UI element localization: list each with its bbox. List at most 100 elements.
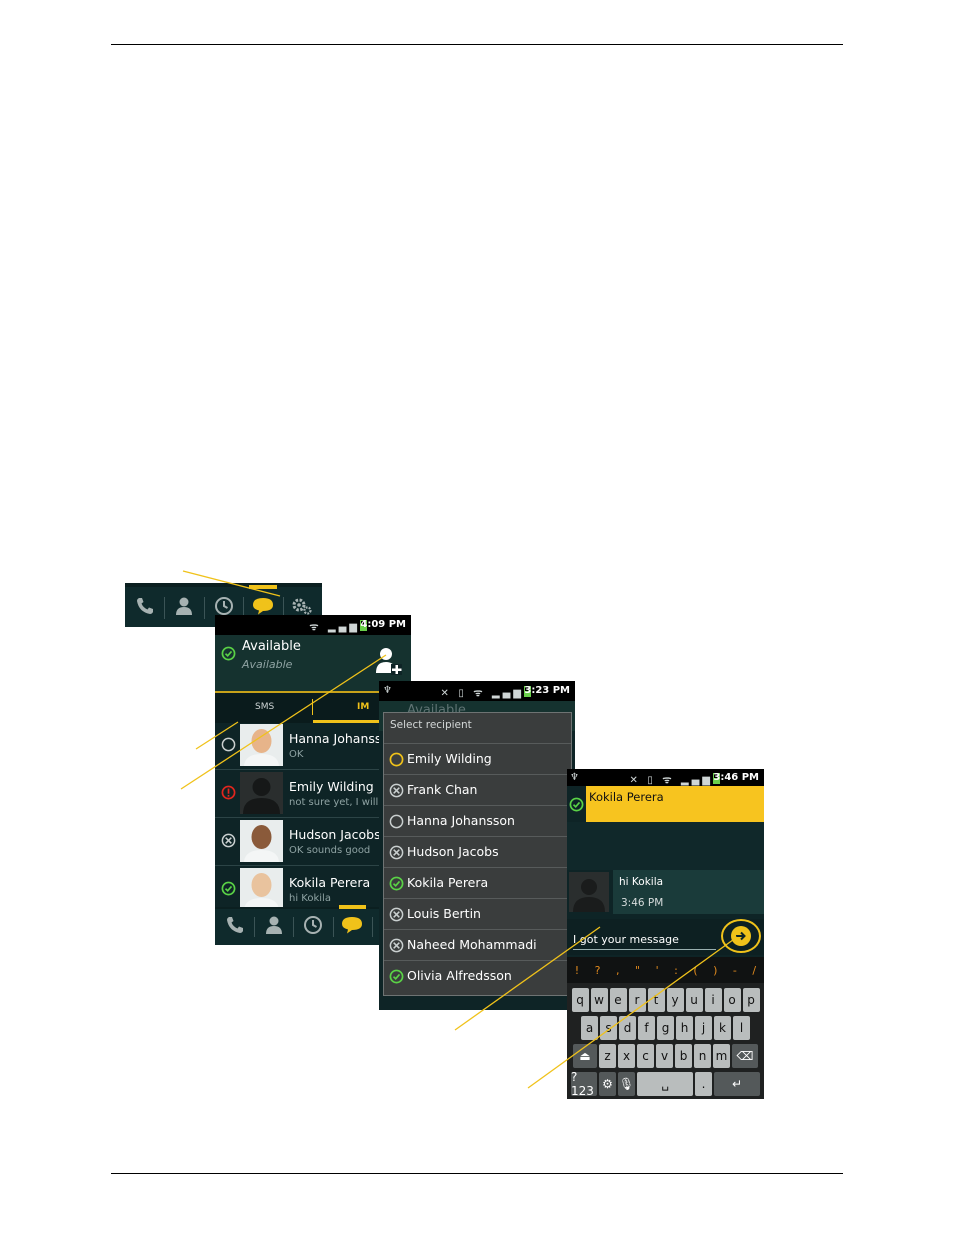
- soft-keyboard: !?, " ': () - / qwertyuiop asdfghjkl ⏏ z x c v b n m…: [567, 957, 764, 1099]
- tab-phone[interactable]: [215, 909, 254, 945]
- settings-key[interactable]: ⚙: [599, 1072, 616, 1096]
- key[interactable]: t: [647, 988, 665, 1012]
- add-contact-icon[interactable]: [375, 645, 403, 677]
- key[interactable]: h: [676, 1016, 693, 1040]
- unavailable-status-icon: [221, 833, 236, 852]
- key[interactable]: z: [599, 1044, 616, 1068]
- key[interactable]: w: [590, 988, 608, 1012]
- available-status-icon: [569, 797, 584, 812]
- unavailable-status-icon: [389, 783, 404, 802]
- enter-key[interactable]: ↵: [714, 1072, 760, 1096]
- key[interactable]: x: [618, 1044, 635, 1068]
- tab-chat-bubble[interactable]: [332, 905, 372, 945]
- recipient-item[interactable]: Naheed Mohammadi: [384, 929, 571, 961]
- contacts-icon: [264, 915, 284, 939]
- offline-status-icon: [389, 814, 404, 833]
- space-key[interactable]: ␣: [637, 1072, 693, 1096]
- recipient-item[interactable]: Hanna Johansson: [384, 805, 571, 837]
- key[interactable]: k: [714, 1016, 731, 1040]
- key[interactable]: f: [638, 1016, 655, 1040]
- symbol-key[interactable]: (: [693, 964, 697, 977]
- available-status-icon: [389, 969, 404, 988]
- symbol-key[interactable]: !: [575, 964, 579, 977]
- status-bar: ᯤ ▂▄▆ 4:09 PM: [215, 615, 411, 635]
- avatar: [240, 868, 283, 910]
- key[interactable]: a: [581, 1016, 598, 1040]
- phone-icon: [135, 596, 155, 620]
- tab-clock[interactable]: [293, 909, 332, 945]
- recipient-item[interactable]: Hudson Jacobs: [384, 836, 571, 868]
- recipient-item[interactable]: Kokila Perera: [384, 867, 571, 899]
- key[interactable]: j: [695, 1016, 712, 1040]
- key[interactable]: m: [713, 1044, 730, 1068]
- available-status-icon: [221, 881, 236, 900]
- symbols-key[interactable]: ?123: [571, 1070, 597, 1098]
- contact-last-message: hi Kokila: [289, 893, 331, 904]
- tab-contacts[interactable]: [164, 589, 203, 627]
- received-message: hi Kokila 3:46 PM: [567, 870, 764, 914]
- recipient-name: Olivia Alfredsson: [407, 968, 512, 983]
- recipient-item[interactable]: Louis Bertin: [384, 898, 571, 930]
- select-recipient-screen: ♆ ✕ ▯ ᯤ ▂▄▆ 3:23 PM Available Select rec…: [379, 681, 575, 1010]
- key[interactable]: u: [685, 988, 703, 1012]
- tab-contacts[interactable]: [254, 909, 293, 945]
- tab-phone[interactable]: [125, 589, 164, 627]
- key[interactable]: o: [723, 988, 741, 1012]
- key[interactable]: b: [675, 1044, 692, 1068]
- recipient-name: Hanna Johansson: [407, 813, 515, 828]
- contact-name: Hudson Jacobs: [289, 827, 381, 842]
- contact-name: Emily Wilding: [289, 779, 374, 794]
- key[interactable]: n: [694, 1044, 711, 1068]
- shift-icon: ⏏: [579, 1049, 591, 1063]
- offline-status-icon: [221, 737, 236, 756]
- presence-subtitle: Available: [242, 658, 293, 671]
- recipient-item[interactable]: Emily Wilding: [384, 743, 571, 775]
- clock-icon: [303, 915, 323, 939]
- key[interactable]: d: [619, 1016, 636, 1040]
- symbol-key[interactable]: ': [656, 964, 659, 977]
- key[interactable]: r: [628, 988, 646, 1012]
- key[interactable]: i: [704, 988, 722, 1012]
- key[interactable]: q: [571, 988, 589, 1012]
- send-button[interactable]: [721, 919, 761, 953]
- tab-im[interactable]: IM: [357, 702, 369, 712]
- shift-key[interactable]: ⏏: [573, 1044, 597, 1068]
- mic-key[interactable]: 🎙: [618, 1072, 635, 1096]
- recipient-item[interactable]: Olivia Alfredsson: [384, 960, 571, 992]
- recipient-name: Frank Chan: [407, 782, 478, 797]
- symbol-key[interactable]: -: [733, 964, 737, 977]
- recipient-name: Louis Bertin: [407, 906, 481, 921]
- recipient-item[interactable]: Frank Chan: [384, 774, 571, 806]
- recipient-name: Kokila Perera: [407, 875, 489, 890]
- contacts-icon: [174, 596, 194, 620]
- chat-screen: ♆ ✕ ▯ ᯤ ▂▄▆ 3:46 PM Kokila Perera hi Kok…: [567, 769, 764, 1099]
- key[interactable]: v: [656, 1044, 673, 1068]
- key[interactable]: c: [637, 1044, 654, 1068]
- unavailable-status-icon: [389, 845, 404, 864]
- send-arrow-icon: [736, 931, 746, 941]
- contact-name: Kokila Perera: [289, 875, 371, 890]
- compose-input[interactable]: I got your message: [573, 933, 679, 946]
- received-message-time: 3:46 PM: [621, 897, 664, 909]
- signal-icons: ✕ ▯ ᯤ ▂▄▆: [629, 772, 720, 786]
- period-key[interactable]: .: [695, 1072, 712, 1096]
- symbol-key[interactable]: ": [635, 964, 640, 977]
- symbol-key[interactable]: ): [713, 964, 717, 977]
- chat-contact-bar[interactable]: Kokila Perera: [586, 786, 764, 822]
- symbol-key[interactable]: :: [674, 964, 678, 977]
- contact-last-message: OK sounds good: [289, 845, 371, 856]
- usb-icon: ♆: [383, 685, 392, 696]
- symbol-key[interactable]: ,: [616, 964, 620, 977]
- backspace-key[interactable]: ⌫: [732, 1044, 758, 1068]
- busy-status-icon: [221, 785, 236, 804]
- symbol-key[interactable]: ?: [595, 964, 601, 977]
- key[interactable]: g: [657, 1016, 674, 1040]
- key[interactable]: p: [742, 988, 760, 1012]
- key[interactable]: e: [609, 988, 627, 1012]
- key[interactable]: y: [666, 988, 684, 1012]
- symbol-key[interactable]: /: [752, 964, 756, 977]
- key[interactable]: s: [600, 1016, 617, 1040]
- status-time: 4:09 PM: [360, 619, 406, 630]
- tab-sms[interactable]: SMS: [255, 702, 274, 712]
- key[interactable]: l: [733, 1016, 750, 1040]
